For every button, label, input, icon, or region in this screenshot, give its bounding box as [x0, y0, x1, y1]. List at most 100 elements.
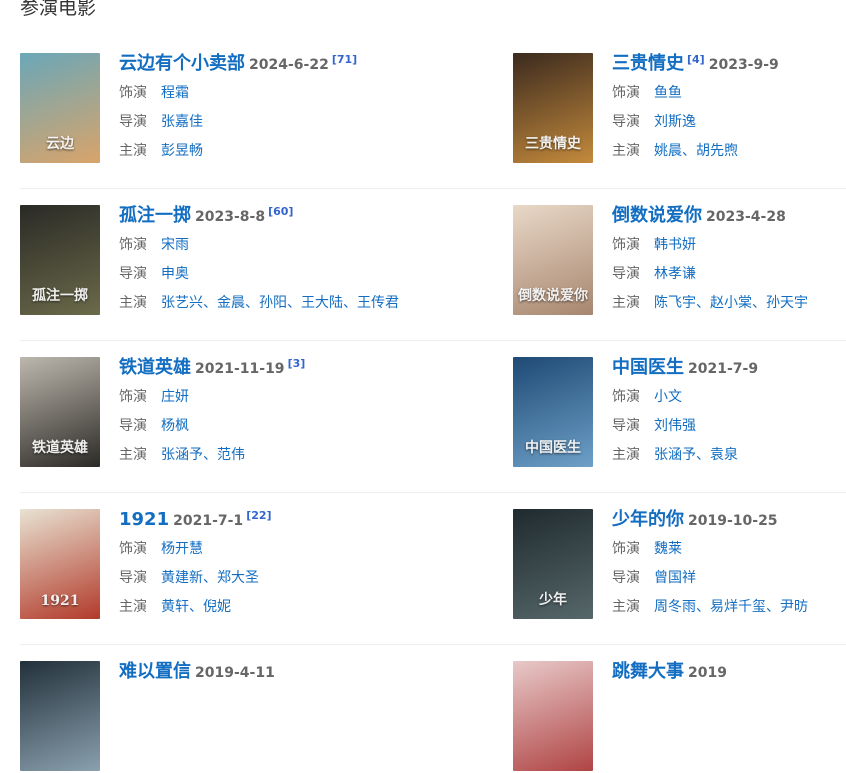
lead-values: 黄轩、倪妮: [161, 599, 231, 615]
person-link[interactable]: 倪妮: [203, 599, 231, 615]
person-link[interactable]: 杨枫: [161, 418, 189, 434]
movie-title-link[interactable]: 1921: [119, 509, 169, 530]
director-row: 导演 张嘉佳: [119, 111, 359, 133]
director-values: 黄建新、郑大圣: [161, 570, 259, 586]
lead-cast-row: 主演 陈飞宇、赵小棠、孙天宇: [612, 292, 846, 314]
lead-label: 主演: [612, 447, 640, 463]
name-separator: 、: [696, 447, 710, 463]
release-date: 2019-10-25: [688, 513, 778, 529]
person-link[interactable]: 曾国祥: [654, 570, 696, 586]
name-separator: 、: [245, 295, 259, 311]
lead-values: 陈飞宇、赵小棠、孙天宇: [654, 295, 808, 311]
lead-cast-row: 主演 张涵予、袁泉: [612, 444, 846, 466]
person-link[interactable]: 黄轩: [161, 599, 189, 615]
person-link[interactable]: 韩书妍: [654, 237, 696, 253]
movie-poster[interactable]: 铁道英雄: [20, 357, 100, 467]
role-row: 饰演 小文: [612, 386, 846, 408]
movie-title-link[interactable]: 铁道英雄: [119, 357, 191, 378]
section-title: 参演电影: [20, 0, 97, 19]
person-link[interactable]: 郑大圣: [217, 570, 259, 586]
lead-label: 主演: [119, 143, 147, 159]
person-link[interactable]: 刘斯逸: [654, 114, 696, 130]
movie-poster[interactable]: 三贵情史: [513, 53, 593, 163]
person-link[interactable]: 张艺兴: [161, 295, 203, 311]
person-link[interactable]: 王传君: [357, 295, 399, 311]
movie-title-link[interactable]: 三贵情史: [612, 53, 684, 74]
movie-title-link[interactable]: 少年的你: [612, 509, 684, 530]
name-separator: 、: [682, 143, 696, 159]
person-link[interactable]: 赵小棠: [710, 295, 752, 311]
person-link[interactable]: 张涵予: [654, 447, 696, 463]
movie-poster[interactable]: 倒数说爱你: [513, 205, 593, 315]
person-link[interactable]: 刘伟强: [654, 418, 696, 434]
person-link[interactable]: 易烊千玺: [710, 599, 766, 615]
person-link[interactable]: 孙天宇: [766, 295, 808, 311]
movie-title-link[interactable]: 云边有个小卖部: [119, 53, 245, 74]
movie-poster[interactable]: 云边: [20, 53, 100, 163]
movie-poster[interactable]: 孤注一掷: [20, 205, 100, 315]
director-label: 导演: [612, 418, 640, 434]
person-link[interactable]: 魏莱: [654, 541, 682, 557]
citation-link[interactable]: [4]: [687, 53, 705, 66]
movie-poster[interactable]: [20, 661, 100, 771]
name-separator: 、: [766, 599, 780, 615]
movie-title-link[interactable]: 中国医生: [612, 357, 684, 378]
role-row: 饰演 鱼鱼: [612, 82, 846, 104]
citation-link[interactable]: [3]: [288, 357, 306, 370]
poster-title-art: 三贵情史: [525, 136, 581, 152]
person-link[interactable]: 袁泉: [710, 447, 738, 463]
person-link[interactable]: 姚晨: [654, 143, 682, 159]
person-link[interactable]: 王大陆: [301, 295, 343, 311]
role-values: 程霜: [161, 85, 189, 101]
release-date: 2021-11-19: [195, 361, 285, 377]
director-label: 导演: [119, 114, 147, 130]
citation-link[interactable]: [60]: [268, 205, 293, 218]
movie-title-line: 云边有个小卖部 2024-6-22 [71]: [119, 53, 359, 75]
movie-card: 铁道英雄 铁道英雄 2021-11-19 [3] 饰演 庄妍 导演 杨枫 主演 张涵予、范伟: [20, 357, 350, 469]
person-link[interactable]: 胡先煦: [696, 143, 738, 159]
person-link[interactable]: 黄建新: [161, 570, 203, 586]
person-link[interactable]: 杨开慧: [161, 541, 203, 557]
movie-title-link[interactable]: 跳舞大事: [612, 661, 684, 682]
person-link[interactable]: 程霜: [161, 85, 189, 101]
person-link[interactable]: 彭昱畅: [161, 143, 203, 159]
person-link[interactable]: 张涵予: [161, 447, 203, 463]
movie-card: 1921 1921 2021-7-1 [22] 饰演 杨开慧 导演 黄建新、郑大圣 主演 黄轩、倪…: [20, 509, 350, 621]
movie-poster[interactable]: 中国医生: [513, 357, 593, 467]
role-values: 宋雨: [161, 237, 189, 253]
release-date: 2023-4-28: [706, 209, 786, 225]
movie-info: 三贵情史 [4] 2023-9-9 饰演 鱼鱼 导演 刘斯逸 主演 姚晨、胡先煦: [612, 53, 846, 162]
person-link[interactable]: 尹昉: [780, 599, 808, 615]
citation-link[interactable]: [22]: [246, 509, 271, 522]
citation-link[interactable]: [71]: [332, 53, 357, 66]
person-link[interactable]: 金晨: [217, 295, 245, 311]
movie-title-link[interactable]: 倒数说爱你: [612, 205, 702, 226]
role-row: 饰演 魏莱: [612, 538, 846, 560]
director-values: 刘斯逸: [654, 114, 696, 130]
person-link[interactable]: 宋雨: [161, 237, 189, 253]
person-link[interactable]: 范伟: [217, 447, 245, 463]
role-label: 饰演: [612, 541, 640, 557]
movie-title-link[interactable]: 孤注一掷: [119, 205, 191, 226]
release-date: 2019: [688, 665, 727, 681]
movie-poster[interactable]: 1921: [20, 509, 100, 619]
person-link[interactable]: 张嘉佳: [161, 114, 203, 130]
person-link[interactable]: 庄妍: [161, 389, 189, 405]
person-link[interactable]: 孙阳: [259, 295, 287, 311]
movie-title-link[interactable]: 难以置信: [119, 661, 191, 682]
person-link[interactable]: 鱼鱼: [654, 85, 682, 101]
director-values: 申奥: [161, 266, 189, 282]
director-label: 导演: [119, 266, 147, 282]
person-link[interactable]: 林孝谦: [654, 266, 696, 282]
lead-label: 主演: [119, 295, 147, 311]
movie-poster[interactable]: 少年: [513, 509, 593, 619]
role-label: 饰演: [119, 541, 147, 557]
movie-poster[interactable]: [513, 661, 593, 771]
movie-info: 1921 2021-7-1 [22] 饰演 杨开慧 导演 黄建新、郑大圣 主演 黄轩、倪妮: [119, 509, 359, 618]
person-link[interactable]: 陈飞宇: [654, 295, 696, 311]
poster-title-art: 少年: [539, 592, 567, 608]
lead-values: 张涵予、范伟: [161, 447, 245, 463]
person-link[interactable]: 周冬雨: [654, 599, 696, 615]
person-link[interactable]: 申奥: [161, 266, 189, 282]
person-link[interactable]: 小文: [654, 389, 682, 405]
